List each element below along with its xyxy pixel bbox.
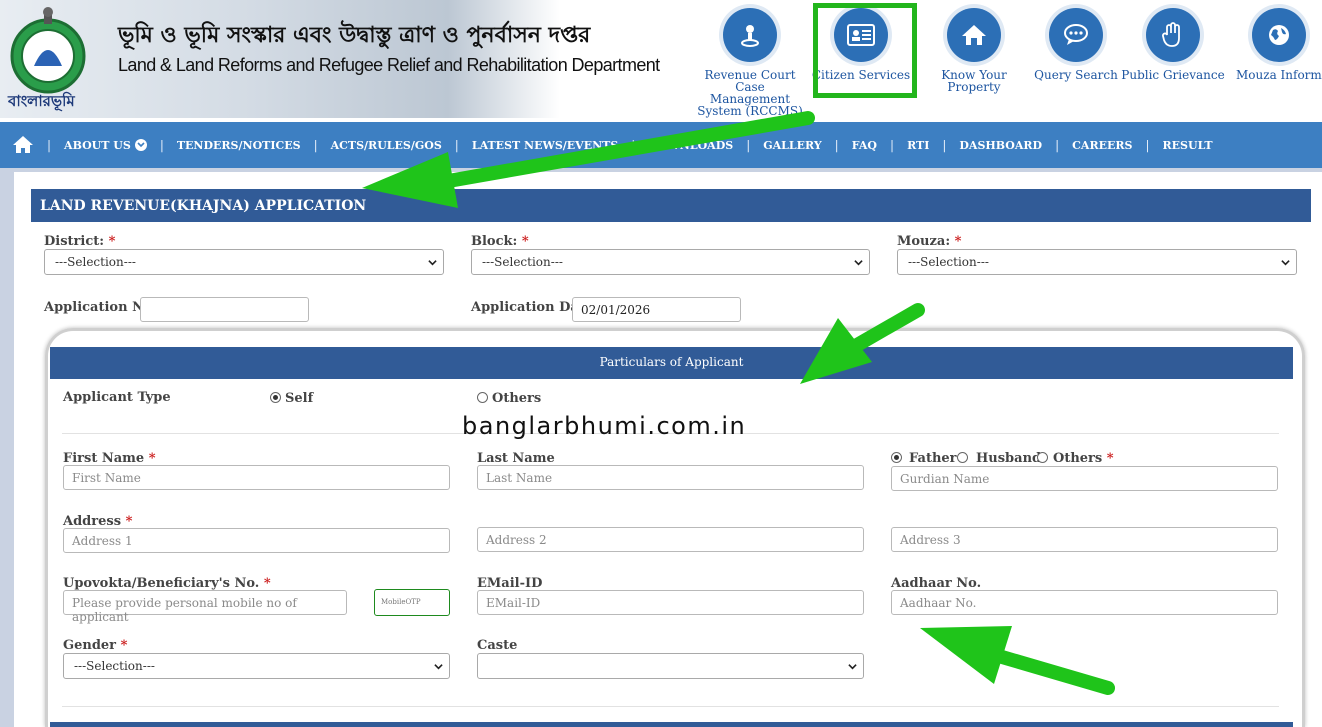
chevron-down-icon (134, 139, 147, 151)
applicant-type-self-radio[interactable] (270, 392, 281, 403)
nav-tenders-notices[interactable]: TENDERS/NOTICES (177, 139, 301, 152)
applicant-type-label: Applicant Type (63, 390, 171, 405)
main-navigation: | ABOUT US | TENDERS/NOTICES | ACTS/RULE… (0, 122, 1322, 168)
person-pin-icon (723, 8, 777, 62)
first-name-input[interactable]: First Name (63, 465, 450, 490)
house-icon (947, 8, 1001, 62)
caste-label: Caste (477, 638, 518, 653)
address-label: Address * (63, 514, 133, 529)
email-label: EMail-ID (477, 576, 543, 591)
relation-father-label: Father (909, 451, 957, 466)
service-query-search[interactable]: Query Search (1021, 8, 1131, 81)
nav-downloads[interactable]: DOWNLOADS (648, 139, 733, 152)
gender-select[interactable]: ---Selection--- (63, 653, 450, 679)
service-label: Know Your Property (941, 68, 1007, 94)
nav-dashboard[interactable]: DASHBOARD (959, 139, 1042, 152)
last-name-input[interactable]: Last Name (477, 465, 864, 490)
applicant-type-others-radio[interactable] (477, 392, 488, 403)
relation-husband-label: Husband (976, 451, 1042, 466)
address-1-input[interactable]: Address 1 (63, 528, 450, 553)
application-no-input[interactable] (140, 297, 309, 322)
service-rccms[interactable]: Revenue Court Case Management System (RC… (695, 8, 805, 117)
applicant-section-title: Particulars of Applicant (50, 347, 1293, 379)
nav-gallery[interactable]: GALLERY (763, 139, 821, 152)
aadhaar-input[interactable]: Aadhaar No. (891, 590, 1278, 615)
service-label: Revenue Court Case Management System (RC… (697, 68, 803, 118)
service-know-your-property[interactable]: Know Your Property (919, 8, 1029, 93)
relation-others-label: Others * (1053, 451, 1114, 466)
email-input[interactable]: EMail-ID (477, 590, 864, 615)
section-divider (62, 706, 1279, 707)
chevron-down-icon (434, 664, 443, 670)
chevron-down-icon (848, 664, 857, 670)
nav-about-us[interactable]: ABOUT US (64, 139, 147, 152)
department-title-english: Land & Land Reforms and Refugee Relief a… (118, 55, 660, 75)
chevron-down-icon (854, 260, 863, 266)
service-label: Query Search (1034, 68, 1118, 82)
nav-careers[interactable]: CAREERS (1072, 139, 1132, 152)
relation-father-radio[interactable] (891, 452, 902, 463)
mouza-label: Mouza: * (897, 234, 962, 249)
first-name-label: First Name * (63, 451, 156, 466)
citizen-services-highlight-box (813, 3, 917, 98)
service-label: Mouza Informati (1236, 68, 1322, 82)
next-section-header (50, 722, 1293, 727)
form-title: LAND REVENUE(KHAJNA) APPLICATION (31, 189, 1311, 222)
district-label: District: * (44, 234, 116, 249)
caste-select[interactable] (477, 653, 864, 679)
service-public-grievance[interactable]: Public Grievance (1118, 8, 1228, 81)
applicant-type-others-label: Others (492, 391, 542, 406)
chevron-down-icon (428, 260, 437, 266)
relation-others-radio[interactable] (1037, 452, 1048, 463)
mobile-otp-input[interactable]: MobileOTP (374, 589, 450, 616)
mobile-label: Upovokta/Beneficiary's No. * (63, 576, 271, 591)
chevron-down-icon (1281, 260, 1290, 266)
department-title-bengali: ভূমি ও ভূমি সংস্কার এবং উদ্বাস্তু ত্রাণ … (118, 23, 591, 48)
district-select[interactable]: ---Selection--- (44, 249, 444, 275)
hand-icon (1146, 8, 1200, 62)
nav-faq[interactable]: FAQ (852, 139, 877, 152)
mobile-input[interactable]: Please provide personal mobile no of app… (63, 590, 347, 624)
address-3-input[interactable]: Address 3 (891, 527, 1278, 552)
logo-text: বাংলারভূমি (8, 92, 75, 110)
nav-rti[interactable]: RTI (907, 139, 929, 152)
globe-icon (1252, 8, 1306, 62)
mouza-select[interactable]: ---Selection--- (897, 249, 1297, 275)
relation-husband-radio[interactable] (957, 452, 968, 463)
nav-result[interactable]: RESULT (1163, 139, 1213, 152)
nav-latest-news-events[interactable]: LATEST NEWS/EVENTS (472, 139, 618, 152)
watermark-text: banglarbhumi.com.in (462, 412, 747, 440)
chat-bubble-icon (1049, 8, 1103, 62)
service-mouza-information[interactable]: Mouza Informati (1224, 8, 1322, 81)
nav-acts-rules-gos[interactable]: ACTS/RULES/GOS (331, 139, 442, 152)
guardian-name-input[interactable]: Gurdian Name (891, 466, 1278, 491)
block-select[interactable]: ---Selection--- (471, 249, 870, 275)
aadhaar-label: Aadhaar No. (891, 576, 982, 591)
block-label: Block: * (471, 234, 529, 249)
site-header: বাংলারভূমি ভূমি ও ভূমি সংস্কার এবং উদ্বা… (0, 0, 1322, 122)
application-date-input[interactable]: 02/01/2026 (572, 297, 741, 322)
gender-label: Gender * (63, 638, 128, 653)
home-icon[interactable] (12, 134, 34, 156)
address-2-input[interactable]: Address 2 (477, 527, 864, 552)
applicant-type-self-label: Self (285, 391, 314, 406)
application-no-label: Application No (44, 300, 153, 315)
last-name-label: Last Name (477, 451, 555, 466)
service-label: Public Grievance (1121, 68, 1225, 82)
